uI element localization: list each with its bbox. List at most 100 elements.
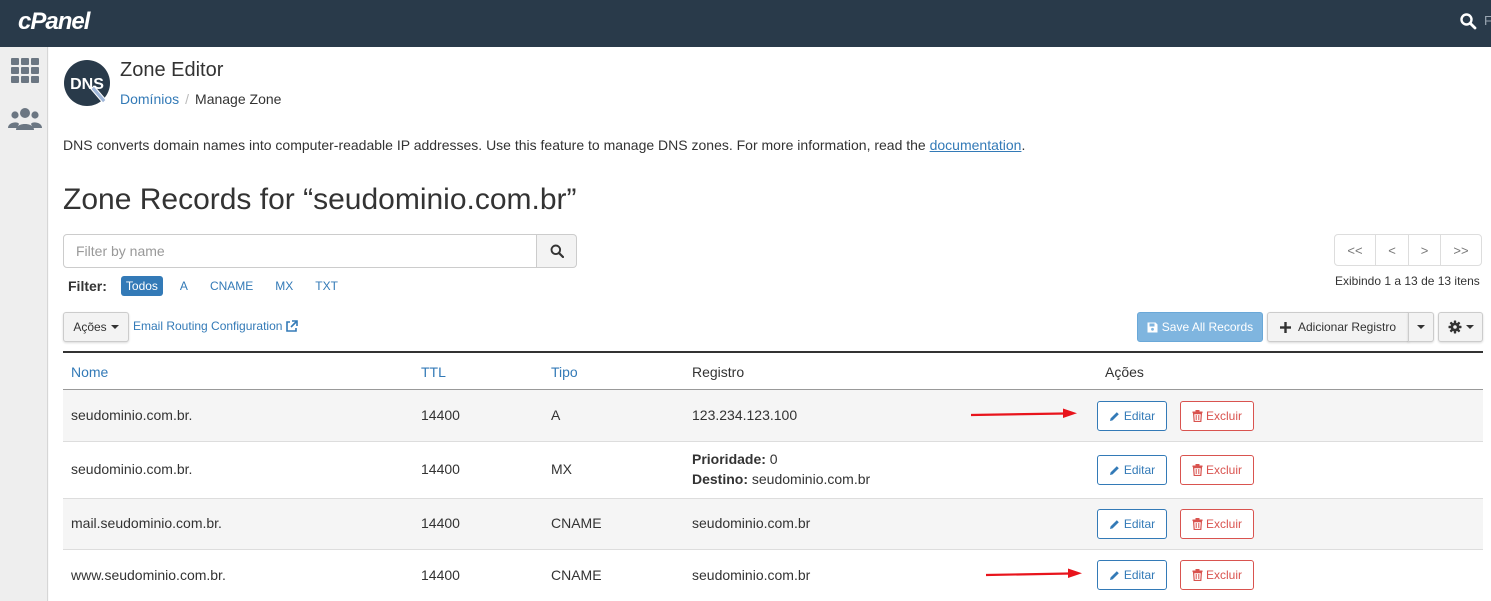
- page-title: Zone Editor: [120, 59, 224, 81]
- delete-record-button[interactable]: Excluir: [1180, 560, 1254, 590]
- filter-mx[interactable]: MX: [270, 276, 298, 296]
- table-row: mail.seudominio.com.br. 14400 CNAME seud…: [63, 499, 1483, 550]
- email-routing-label: Email Routing Configuration: [133, 319, 283, 333]
- dns-zone-editor-icon: DNS: [64, 60, 110, 106]
- plus-icon: [1279, 321, 1291, 333]
- record-type: CNAME: [551, 515, 602, 531]
- record-ttl: 14400: [421, 407, 460, 423]
- header-name[interactable]: Nome: [71, 364, 108, 380]
- delete-label: Excluir: [1205, 568, 1242, 582]
- mx-destination: Destino: seudominio.com.br: [692, 471, 870, 487]
- pagination-prev[interactable]: <: [1375, 234, 1409, 266]
- filter-cname[interactable]: CNAME: [205, 276, 258, 296]
- table-row: www.seudominio.com.br. 14400 CNAME seudo…: [63, 550, 1483, 601]
- delete-record-button[interactable]: Excluir: [1180, 401, 1254, 431]
- filter-search-button[interactable]: [537, 234, 577, 268]
- record-type: CNAME: [551, 567, 602, 583]
- filter-search-group: [63, 234, 577, 268]
- mx-destination-value: seudominio.com.br: [748, 471, 871, 487]
- record-name: mail.seudominio.com.br.: [71, 515, 222, 531]
- search-icon[interactable]: [1459, 12, 1477, 30]
- pagination-next[interactable]: >: [1408, 234, 1441, 266]
- mx-destination-label: Destino:: [692, 471, 748, 487]
- trash-icon: [1192, 569, 1203, 581]
- pencil-icon: [1109, 465, 1119, 475]
- header-type[interactable]: Tipo: [551, 364, 578, 380]
- header-record: Registro: [692, 364, 745, 380]
- delete-record-button[interactable]: Excluir: [1180, 455, 1254, 485]
- edit-record-button[interactable]: Editar: [1097, 401, 1167, 431]
- add-record-dropdown-toggle[interactable]: [1408, 312, 1434, 342]
- record-ttl: 14400: [421, 567, 460, 583]
- edit-label: Editar: [1123, 568, 1156, 582]
- add-record-label: Adicionar Registro: [1297, 320, 1397, 334]
- record-value: 123.234.123.100: [692, 407, 798, 423]
- floppy-disk-icon: [1147, 322, 1158, 332]
- table-row: seudominio.com.br. 14400 A 123.234.123.1…: [63, 390, 1483, 442]
- page-description: DNS converts domain names into computer-…: [63, 137, 1025, 153]
- pagination-first[interactable]: <<: [1334, 234, 1376, 266]
- add-record-button[interactable]: Adicionar Registro: [1267, 312, 1409, 342]
- left-sidebar: [0, 47, 48, 601]
- main-content: DNS Zone Editor Domínios / Manage Zone DNS…: [49, 47, 1491, 601]
- search-icon: [550, 244, 564, 258]
- type-filter-row: Filter: Todos A CNAME MX TXT: [68, 276, 355, 296]
- delete-label: Excluir: [1205, 463, 1242, 477]
- breadcrumb-separator: /: [185, 91, 190, 107]
- header-actions: Ações: [1105, 364, 1144, 380]
- delete-label: Excluir: [1205, 409, 1242, 423]
- actions-dropdown-label: Ações: [73, 320, 107, 334]
- cpanel-logo[interactable]: cPanel: [18, 8, 90, 36]
- zone-records-title: Zone Records for “seudominio.com.br”: [63, 183, 577, 216]
- top-cut-text: F: [1484, 13, 1491, 28]
- breadcrumb-domains-link[interactable]: Domínios: [120, 91, 179, 107]
- red-arrow-annotation: [970, 408, 1077, 418]
- documentation-link[interactable]: documentation: [930, 137, 1022, 153]
- filter-label: Filter:: [68, 278, 107, 294]
- grid-icon[interactable]: [8, 55, 42, 87]
- record-name: seudominio.com.br.: [71, 407, 193, 423]
- filter-todos[interactable]: Todos: [120, 276, 163, 296]
- mx-priority: Prioridade: 0: [692, 451, 778, 467]
- edit-label: Editar: [1123, 409, 1156, 423]
- record-name: seudominio.com.br.: [71, 461, 193, 477]
- description-end: .: [1021, 137, 1026, 153]
- breadcrumb: Domínios / Manage Zone: [120, 91, 281, 107]
- trash-icon: [1192, 518, 1203, 530]
- record-name: www.seudominio.com.br.: [71, 567, 226, 583]
- edit-record-button[interactable]: Editar: [1097, 560, 1167, 590]
- filter-by-name-input[interactable]: [63, 234, 538, 268]
- filter-txt[interactable]: TXT: [310, 276, 343, 296]
- pencil-icon: [1109, 570, 1119, 580]
- users-icon[interactable]: [8, 103, 42, 135]
- filter-a[interactable]: A: [175, 276, 193, 296]
- record-value: seudominio.com.br: [692, 515, 811, 531]
- zone-records-table: Nome TTL Tipo Registro Ações seudominio.…: [63, 351, 1483, 601]
- table-row: seudominio.com.br. 14400 MX Prioridade: …: [63, 442, 1483, 499]
- edit-record-button[interactable]: Editar: [1097, 455, 1167, 485]
- top-navbar: cPanel F: [0, 0, 1491, 47]
- actions-dropdown-button[interactable]: Ações: [63, 312, 129, 342]
- pagination-last[interactable]: >>: [1440, 234, 1482, 266]
- caret-down-icon: [1417, 325, 1425, 329]
- save-all-records-button[interactable]: Save All Records: [1137, 312, 1263, 342]
- gear-icon: [1448, 320, 1461, 334]
- pencil-icon: [1109, 519, 1119, 529]
- mx-priority-label: Prioridade:: [692, 451, 766, 467]
- record-type: A: [551, 407, 561, 423]
- settings-dropdown-button[interactable]: [1438, 312, 1483, 342]
- pagination: << < > >>: [1334, 234, 1482, 266]
- external-link-icon: [286, 319, 299, 332]
- pagination-summary: Exibindo 1 a 13 de 13 itens: [1335, 274, 1480, 288]
- caret-down-icon: [1465, 325, 1474, 329]
- record-ttl: 14400: [421, 515, 460, 531]
- description-text: DNS converts domain names into computer-…: [63, 137, 930, 153]
- edit-label: Editar: [1123, 463, 1156, 477]
- header-ttl[interactable]: TTL: [421, 364, 446, 380]
- delete-record-button[interactable]: Excluir: [1180, 509, 1254, 539]
- red-arrow-annotation: [985, 568, 1082, 578]
- trash-icon: [1192, 464, 1203, 476]
- email-routing-link[interactable]: Email Routing Configuration: [133, 319, 299, 333]
- caret-down-icon: [110, 325, 119, 329]
- edit-record-button[interactable]: Editar: [1097, 509, 1167, 539]
